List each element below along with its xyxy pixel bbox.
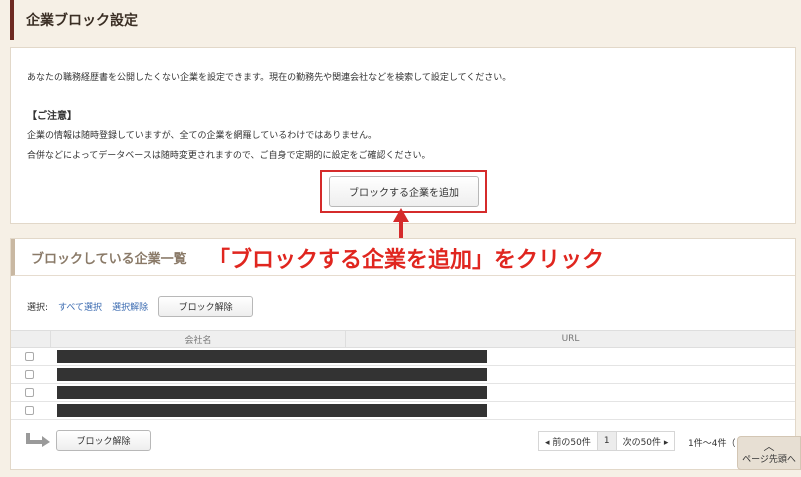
prev-page-button[interactable]: ◂ 前の50件: [539, 432, 597, 450]
unblock-button-bottom[interactable]: ブロック解除: [56, 430, 151, 451]
blocked-companies-table: 会社名 URL: [11, 330, 795, 420]
pagination: ◂ 前の50件 1 次の50件 ▸: [538, 431, 676, 451]
table-row: [11, 366, 795, 384]
table-row: [11, 402, 795, 420]
row-checkbox[interactable]: [24, 406, 34, 415]
row-checkbox[interactable]: [24, 352, 34, 361]
add-blocked-company-button[interactable]: ブロックする企業を追加: [329, 176, 479, 207]
row-checkbox[interactable]: [24, 370, 34, 379]
corner-arrow-icon: [26, 433, 50, 447]
table-header: 会社名 URL: [11, 330, 795, 348]
intro-description: あなたの職務経歴書を公開したくない企業を設定できます。現在の勤務先や関連会社など…: [27, 73, 512, 83]
select-all-link[interactable]: すべて選択: [58, 300, 102, 313]
next-page-button[interactable]: 次の50件 ▸: [617, 432, 675, 450]
table-row: [11, 384, 795, 402]
back-to-top-label: ページ先頭へ: [742, 454, 796, 465]
redacted-company: [57, 404, 487, 417]
notice-heading: 【ご注意】: [27, 111, 77, 122]
table-row: [11, 348, 795, 366]
select-label: 選択:: [27, 303, 49, 313]
intro-panel: あなたの職務経歴書を公開したくない企業を設定できます。現在の勤務先や関連会社など…: [10, 47, 796, 224]
page-title: 企業ブロック設定: [26, 13, 138, 29]
current-page: 1: [596, 432, 617, 450]
row-checkbox[interactable]: [24, 388, 34, 397]
redacted-company: [57, 386, 487, 399]
instruction-callout: 「ブロックする企業を追加」をクリック: [208, 248, 605, 273]
chevron-up-icon: ︿: [763, 439, 775, 453]
select-bar: 選択: すべて選択 選択解除 ブロック解除: [27, 296, 254, 317]
back-to-top-button[interactable]: ︿ ページ先頭へ: [737, 436, 801, 470]
unblock-button-top[interactable]: ブロック解除: [158, 296, 254, 317]
header-checkbox-column: [11, 331, 51, 347]
notice-line-2: 合併などによってデータベースは随時変更されますので、ご自身で定期的に設定をご確認…: [27, 151, 431, 161]
page-header: 企業ブロック設定: [10, 0, 801, 40]
deselect-link[interactable]: 選択解除: [112, 300, 148, 313]
notice-line-1: 企業の情報は随時登録していますが、全ての企業を網羅しているわけではありません。: [27, 131, 378, 141]
blocked-list-title: ブロックしている企業一覧: [31, 251, 187, 267]
column-header-company: 会社名: [51, 331, 346, 347]
result-count: 1件〜4件（: [688, 439, 736, 449]
column-header-url: URL: [561, 334, 580, 344]
redacted-company: [57, 350, 487, 363]
redacted-company: [57, 368, 487, 381]
